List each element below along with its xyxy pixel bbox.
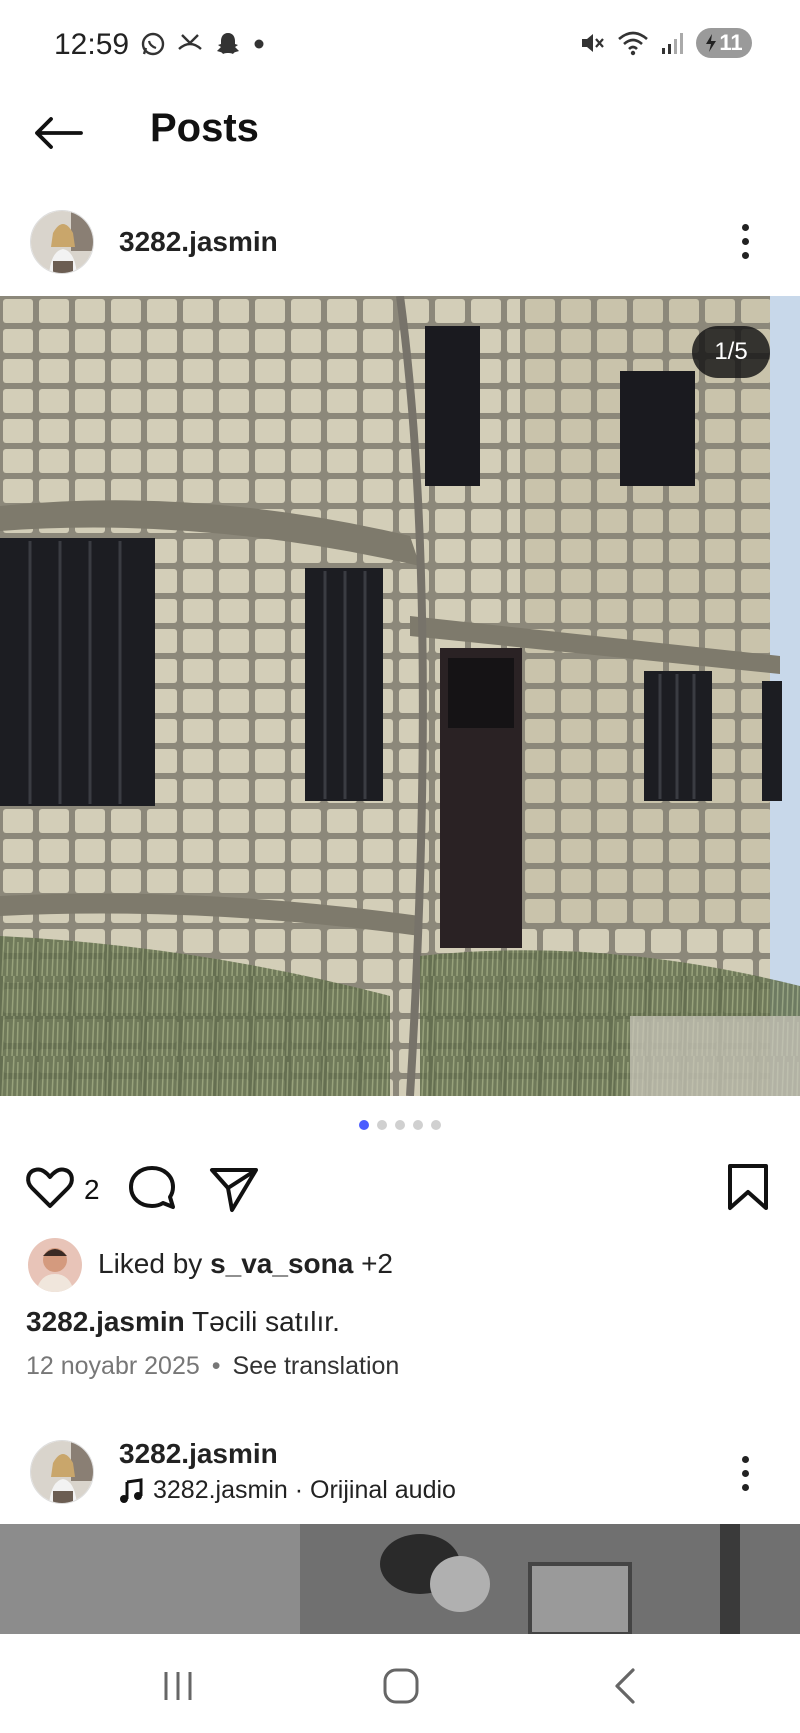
next-post-image[interactable] <box>0 1524 800 1634</box>
carousel-dot <box>359 1120 369 1130</box>
more-options-button[interactable] <box>730 1448 760 1498</box>
music-note-icon <box>120 1477 143 1503</box>
like-button[interactable] <box>24 1162 76 1219</box>
post-actions: 2 <box>0 1158 800 1228</box>
whatsapp-icon <box>141 32 165 56</box>
avatar[interactable] <box>30 210 94 274</box>
bookmark-icon <box>728 1164 768 1210</box>
audio-label: 3282.jasmin · Orijinal audio <box>153 1476 456 1504</box>
house-photo <box>0 296 800 1096</box>
dot <box>741 237 749 245</box>
carousel-dot <box>377 1120 387 1130</box>
dot <box>741 251 749 259</box>
audio-row[interactable]: 3282.jasmin · Orijinal audio <box>119 1476 456 1505</box>
recent-apps-button[interactable] <box>148 1664 208 1708</box>
chevron-left-icon <box>615 1668 635 1704</box>
comment-button[interactable] <box>126 1162 178 1219</box>
dot <box>741 1483 749 1491</box>
post-meta: 12 noyabr 2025 • See translation <box>26 1352 399 1381</box>
home-icon <box>383 1668 419 1704</box>
status-bar: 12:59 11 <box>0 0 800 92</box>
post-username[interactable]: 3282.jasmin <box>119 226 278 258</box>
back-nav-button[interactable] <box>596 1664 656 1708</box>
post-header: 3282.jasmin <box>0 196 800 286</box>
status-time: 12:59 <box>54 28 130 61</box>
snapchat-icon <box>217 33 239 54</box>
app-header: Posts <box>0 92 800 172</box>
post-date: 12 noyabr 2025 <box>26 1352 200 1380</box>
liked-by-user[interactable]: s_va_sona <box>210 1248 353 1279</box>
post-image[interactable] <box>0 296 800 1096</box>
avatar[interactable] <box>30 1440 94 1504</box>
image-counter: 1/5 <box>692 326 770 378</box>
like-count[interactable]: 2 <box>84 1174 100 1206</box>
more-options-button[interactable] <box>730 216 760 266</box>
send-icon <box>210 1168 258 1212</box>
back-button[interactable] <box>30 108 86 158</box>
battery-level: 11 <box>719 30 743 55</box>
carousel-indicator <box>0 1120 800 1130</box>
liked-by-prefix: Liked by <box>98 1248 211 1279</box>
mute-icon <box>582 34 604 52</box>
carousel-dot <box>413 1120 423 1130</box>
dot <box>741 1469 749 1477</box>
next-post-photo <box>0 1524 800 1634</box>
wifi-icon <box>618 31 648 56</box>
save-button[interactable] <box>726 1162 770 1219</box>
battery-icon: 11 <box>696 28 752 58</box>
next-post-username[interactable]: 3282.jasmin <box>119 1438 278 1470</box>
dot <box>741 223 749 231</box>
status-system-icons: 11 <box>578 28 752 58</box>
liked-by-row[interactable]: Liked by s_va_sona +2 <box>0 1236 800 1296</box>
share-button[interactable] <box>208 1164 260 1219</box>
caption-username[interactable]: 3282.jasmin <box>26 1306 185 1337</box>
home-button[interactable] <box>371 1664 431 1708</box>
dot <box>741 1455 749 1463</box>
system-nav-bar <box>0 1634 800 1733</box>
caption-text: Təcili satılır. <box>184 1306 340 1337</box>
carousel-dot <box>431 1120 441 1130</box>
see-translation-link[interactable]: See translation <box>233 1352 400 1381</box>
liker-avatar <box>28 1238 82 1292</box>
recent-apps-icon <box>164 1672 192 1700</box>
missed-call-icon <box>178 34 202 50</box>
arrow-left-icon <box>35 117 83 149</box>
meta-separator: • <box>211 1352 221 1380</box>
carousel-dot <box>395 1120 405 1130</box>
heart-icon <box>26 1167 74 1208</box>
page-title: Posts <box>150 106 259 150</box>
liked-by-text: Liked by s_va_sona +2 <box>98 1248 393 1280</box>
dot-icon <box>254 39 264 49</box>
signal-icon <box>662 33 683 54</box>
post-caption: 3282.jasmin Təcili satılır. <box>26 1306 340 1338</box>
status-notification-icons <box>140 30 266 58</box>
comment-icon <box>129 1166 175 1209</box>
liked-by-suffix: +2 <box>353 1248 393 1279</box>
